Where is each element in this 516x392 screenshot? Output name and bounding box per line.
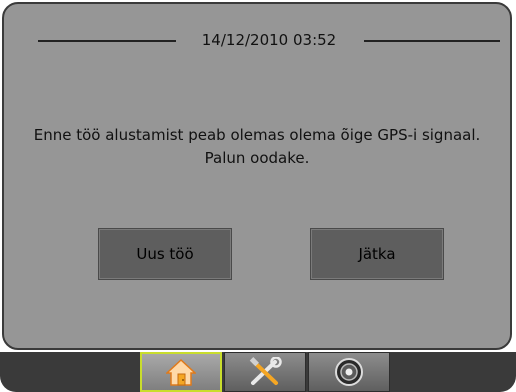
main-panel: 14/12/2010 03:52 Enne töö alustamist pea… xyxy=(2,2,512,350)
continue-button[interactable]: Jätka xyxy=(310,228,444,280)
home-screen: 14/12/2010 03:52 Enne töö alustamist pea… xyxy=(0,0,516,392)
gps-message-line1: Enne töö alustamist peab olemas olema õi… xyxy=(33,126,481,144)
home-icon xyxy=(166,358,196,386)
tab-home[interactable] xyxy=(140,352,222,392)
header-divider-right xyxy=(364,40,500,42)
tab-gauge[interactable] xyxy=(308,352,390,392)
gps-message-line2: Palun oodake. xyxy=(204,149,310,167)
new-job-button[interactable]: Uus töö xyxy=(98,228,232,280)
tab-tools[interactable] xyxy=(224,352,306,392)
tools-icon xyxy=(249,357,282,385)
gauge-icon xyxy=(335,358,363,386)
gps-message: Enne töö alustamist peab olemas olema õi… xyxy=(4,124,510,170)
